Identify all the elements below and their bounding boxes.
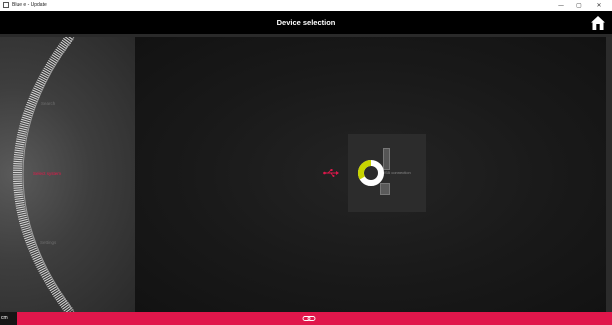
sidebar-arc bbox=[13, 37, 75, 312]
home-icon[interactable] bbox=[590, 15, 606, 31]
right-edge-panel bbox=[606, 37, 612, 312]
app-icon bbox=[3, 2, 9, 8]
app-header: Device selection bbox=[0, 11, 612, 34]
minimize-button[interactable]: — bbox=[552, 0, 570, 11]
link-icon[interactable] bbox=[302, 314, 316, 323]
usb-icon bbox=[323, 169, 339, 177]
connection-label: USB connection bbox=[382, 170, 411, 175]
os-title-bar: Blue e - Update — ▢ ✕ bbox=[0, 0, 612, 11]
window-title: Blue e - Update bbox=[12, 2, 47, 8]
status-left-block: cm bbox=[0, 312, 17, 325]
app-window: Blue e - Update — ▢ ✕ Device selection S… bbox=[0, 0, 612, 325]
close-button[interactable]: ✕ bbox=[590, 0, 608, 11]
sidebar: Search Select system Settings bbox=[0, 37, 135, 312]
sidebar-item-settings[interactable]: Settings bbox=[40, 240, 56, 245]
page-title: Device selection bbox=[276, 18, 336, 27]
sidebar-item-search[interactable]: Search bbox=[41, 101, 55, 106]
status-left-text: cm bbox=[1, 315, 8, 321]
maximize-button[interactable]: ▢ bbox=[570, 0, 588, 11]
loading-spinner-icon bbox=[357, 159, 384, 186]
sidebar-item-select-system[interactable]: Select system bbox=[33, 171, 61, 176]
